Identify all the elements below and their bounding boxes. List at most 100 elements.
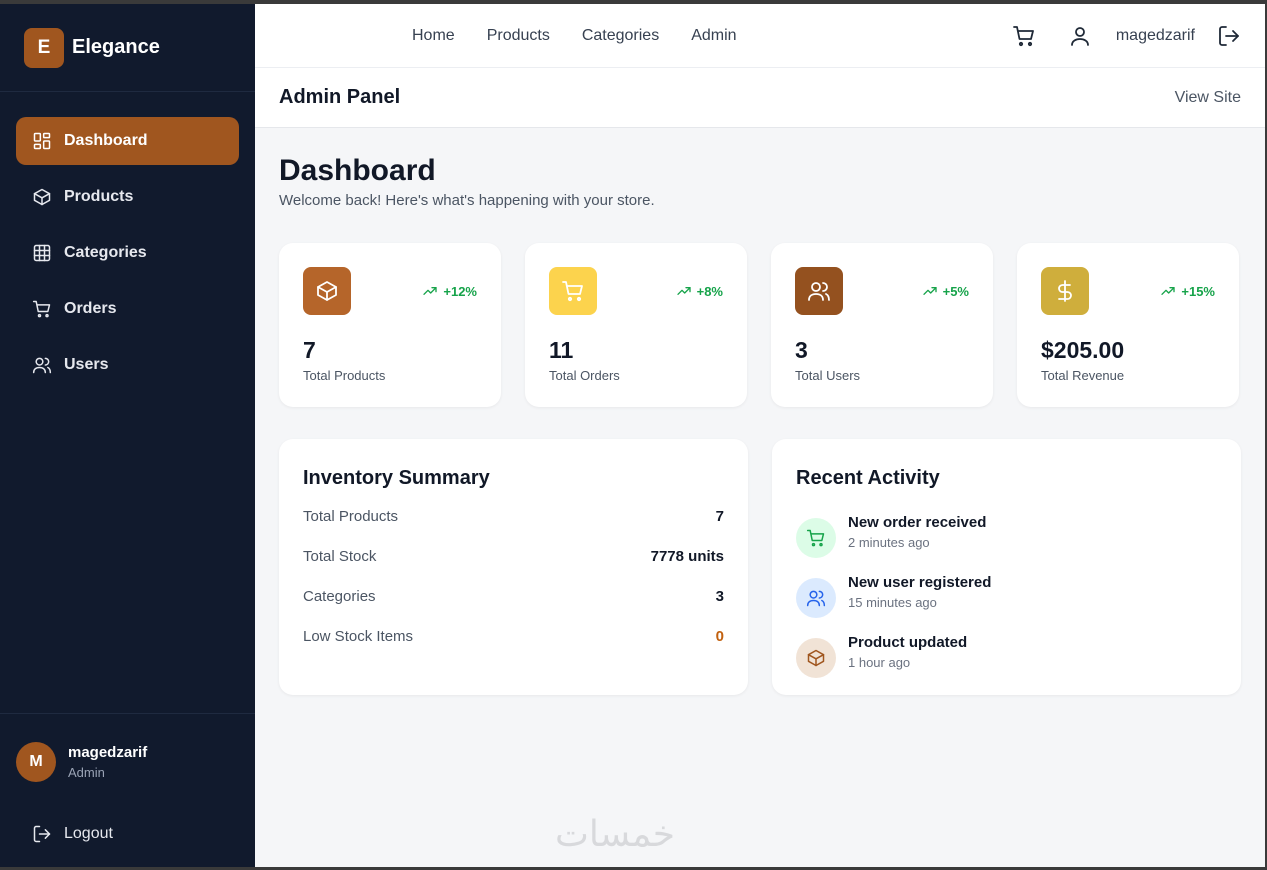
sidebar-user: M magedzarif Admin <box>0 714 255 792</box>
stat-cards: +12% 7 Total Products +8% 11 Total Order… <box>279 243 1241 407</box>
watermark: خمسات <box>555 814 676 855</box>
nav-link-admin[interactable]: Admin <box>691 27 736 45</box>
logout-icon <box>33 825 51 843</box>
activity-title-text: New user registered <box>848 574 992 591</box>
trending-up-icon <box>423 287 438 295</box>
sidebar-item-orders[interactable]: Orders <box>16 285 239 333</box>
stat-icon-revenue <box>1041 267 1089 315</box>
grid-icon <box>33 244 51 262</box>
inventory-row: Low Stock Items 0 <box>303 628 724 668</box>
cart-icon <box>32 300 51 318</box>
sidebar-item-dashboard[interactable]: Dashboard <box>16 117 239 165</box>
logout-button-top[interactable] <box>1217 24 1241 48</box>
trend-badge: +5% <box>922 283 969 299</box>
stat-value: 7 <box>303 337 316 363</box>
box-icon <box>33 188 51 206</box>
inventory-label: Total Stock <box>303 548 377 565</box>
box-icon <box>317 281 337 301</box>
trend-badge: +15% <box>1160 283 1215 299</box>
inventory-label: Low Stock Items <box>303 628 414 645</box>
users-icon <box>806 590 826 607</box>
activity-item: New user registered 15 minutes ago <box>796 568 1217 628</box>
brand-logo: E <box>24 27 64 68</box>
activity-icon-order <box>796 518 836 558</box>
cart-icon <box>806 529 825 547</box>
stat-label: Total Revenue <box>1041 368 1125 383</box>
stat-value: 3 <box>795 337 808 363</box>
stat-label: Total Products <box>303 368 386 383</box>
stat-icon-users <box>795 267 843 315</box>
brand-name: Elegance <box>72 36 160 58</box>
nav-link-products[interactable]: Products <box>487 27 550 45</box>
inventory-row: Total Products 7 <box>303 508 724 548</box>
top-navbar: Home Products Categories Admin magedzari… <box>255 4 1265 68</box>
stat-card-revenue: +15% $205.00 Total Revenue <box>1017 243 1239 407</box>
user-role: Admin <box>68 765 105 780</box>
trending-up-icon <box>1161 287 1176 295</box>
activity-title-text: New order received <box>848 514 987 531</box>
sidebar-item-label: Users <box>64 356 109 373</box>
trending-up-icon <box>676 287 691 295</box>
dashboard-icon <box>33 132 51 150</box>
recent-activity-card: Recent Activity New order received 2 min… <box>772 439 1241 695</box>
cart-icon <box>1012 25 1034 46</box>
trend-value: +8% <box>696 283 723 299</box>
users-icon <box>32 357 52 374</box>
inventory-row: Categories 3 <box>303 588 724 628</box>
cart-icon <box>562 281 583 302</box>
main-area: Home Products Categories Admin magedzari… <box>255 4 1265 867</box>
top-actions: magedzarif <box>1012 24 1241 48</box>
stat-card-products: +12% 7 Total Products <box>279 243 501 407</box>
trend-value: +5% <box>942 283 969 299</box>
trend-badge: +8% <box>676 283 723 299</box>
inventory-label: Total Products <box>303 508 399 525</box>
inventory-value: 3 <box>715 588 724 605</box>
trend-value: +12% <box>443 283 477 299</box>
stat-icon-orders <box>549 267 597 315</box>
summary-panels: Inventory Summary Total Products 7 Total… <box>279 439 1241 695</box>
trend-value: +15% <box>1181 283 1215 299</box>
sidebar-item-users[interactable]: Users <box>16 341 239 389</box>
dashboard-content: Dashboard Welcome back! Here's what's ha… <box>255 128 1265 695</box>
top-username[interactable]: magedzarif <box>1116 27 1195 45</box>
logout-icon <box>1219 25 1239 46</box>
activity-icon-product <box>796 638 836 678</box>
box-icon <box>807 649 825 667</box>
sidebar-item-label: Categories <box>64 244 147 261</box>
activity-item: New order received 2 minutes ago <box>796 508 1217 568</box>
sidebar-footer: M magedzarif Admin Logout <box>0 713 255 867</box>
stat-value: 11 <box>549 337 574 363</box>
activity-time: 2 minutes ago <box>848 535 930 550</box>
activity-title-text: Product updated <box>848 634 968 651</box>
view-site-link[interactable]: View Site <box>1175 89 1241 107</box>
logout-button[interactable]: Logout <box>0 806 255 862</box>
account-button[interactable] <box>1068 24 1092 48</box>
nav-link-categories[interactable]: Categories <box>582 27 659 45</box>
user-icon <box>1070 26 1089 46</box>
page-title: Dashboard <box>279 154 436 187</box>
top-nav-links: Home Products Categories Admin <box>412 27 737 45</box>
activity-title: Recent Activity <box>796 467 940 489</box>
nav-link-home[interactable]: Home <box>412 27 455 45</box>
inventory-value: 7778 units <box>650 548 724 565</box>
stat-card-orders: +8% 11 Total Orders <box>525 243 747 407</box>
dollar-icon <box>1058 280 1072 302</box>
inventory-list: Total Products 7 Total Stock 7778 units … <box>303 508 724 668</box>
sidebar-item-label: Orders <box>64 300 117 317</box>
sidebar: E Elegance Dashboard Products Categories… <box>0 4 255 867</box>
avatar: M <box>16 742 56 782</box>
sidebar-item-label: Products <box>64 188 134 205</box>
stat-card-users: +5% 3 Total Users <box>771 243 993 407</box>
activity-time: 15 minutes ago <box>848 595 937 610</box>
brand[interactable]: E Elegance <box>0 4 255 92</box>
activity-list: New order received 2 minutes ago New use… <box>796 508 1217 688</box>
logout-label: Logout <box>64 825 113 842</box>
activity-icon-user <box>796 578 836 618</box>
sidebar-item-products[interactable]: Products <box>16 173 239 221</box>
inventory-label: Categories <box>303 588 376 605</box>
sidebar-nav: Dashboard Products Categories Orders Use… <box>0 92 255 397</box>
app-window: E Elegance Dashboard Products Categories… <box>0 4 1265 867</box>
stat-label: Total Orders <box>549 368 620 383</box>
sidebar-item-categories[interactable]: Categories <box>16 229 239 277</box>
cart-button[interactable] <box>1012 24 1036 48</box>
